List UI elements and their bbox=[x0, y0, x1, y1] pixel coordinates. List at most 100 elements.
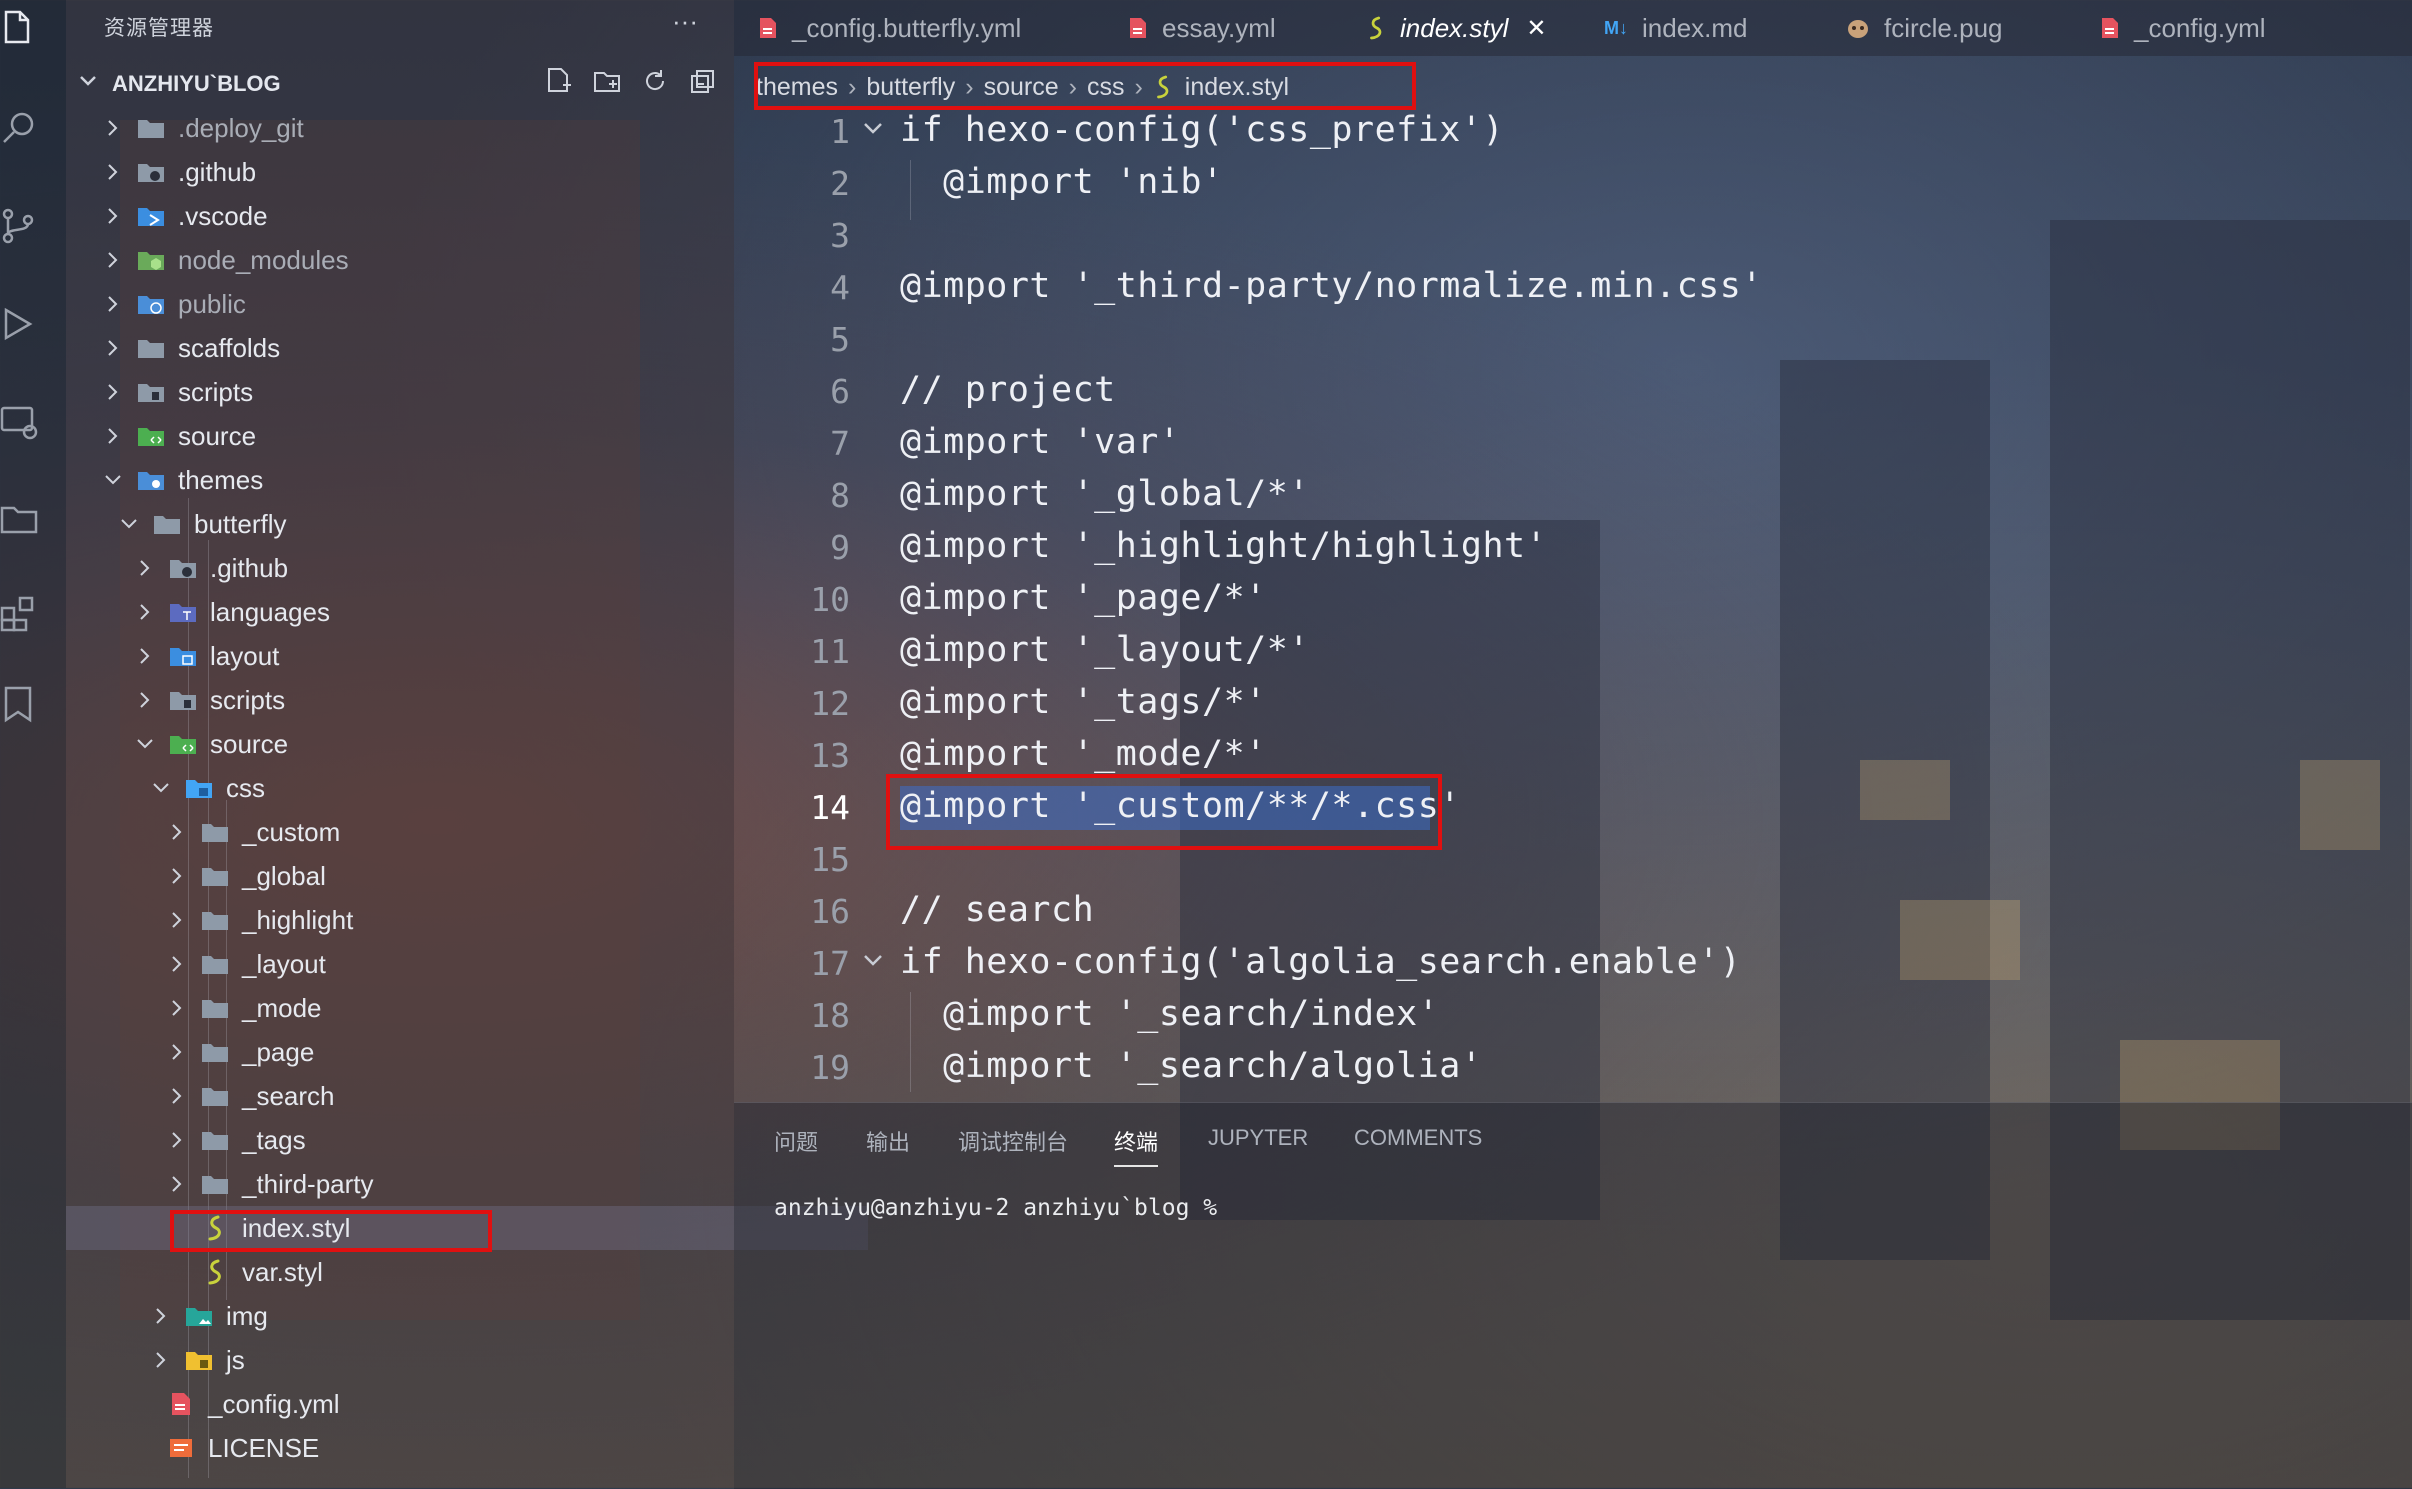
tree-item-butterfly[interactable]: butterfly bbox=[66, 502, 786, 546]
code-line[interactable]: @import '_highlight/highlight' bbox=[900, 526, 1547, 566]
code-line[interactable]: // project bbox=[900, 370, 1116, 410]
line-number: 4 bbox=[830, 268, 850, 307]
tree-item-source[interactable]: source bbox=[66, 414, 770, 458]
new-file-icon[interactable] bbox=[544, 66, 574, 96]
tree-item-custom[interactable]: _custom bbox=[66, 810, 834, 854]
bookmark-icon[interactable] bbox=[0, 684, 40, 736]
license-file-icon bbox=[166, 1435, 196, 1461]
refresh-icon[interactable] bbox=[640, 66, 670, 96]
tree-item-page[interactable]: _page bbox=[66, 1030, 834, 1074]
tab-index-styl[interactable]: index.styl ✕ bbox=[1366, 0, 1547, 56]
tree-item-languages[interactable]: languages bbox=[66, 590, 802, 634]
tree-item-tags[interactable]: _tags bbox=[66, 1118, 834, 1162]
code-line[interactable]: if hexo-config('algolia_search.enable') bbox=[900, 942, 1741, 982]
tree-item-js[interactable]: js bbox=[66, 1338, 818, 1382]
tree-item-highlight[interactable]: _highlight bbox=[66, 898, 834, 942]
tab-debug-console[interactable]: 调试控制台 bbox=[958, 1125, 1068, 1165]
tree-item-layout-folder[interactable]: _layout bbox=[66, 942, 834, 986]
tab-label: index.styl bbox=[1400, 12, 1509, 43]
vscode-folder-icon bbox=[136, 203, 166, 229]
folder-icon bbox=[200, 819, 230, 845]
chevron-right-icon bbox=[102, 161, 124, 183]
code-line[interactable]: @import '_third-party/normalize.min.css' bbox=[900, 266, 1763, 306]
tree-item-label: source bbox=[178, 420, 257, 451]
tree-item-deploy-git[interactable]: .deploy_git bbox=[66, 106, 770, 150]
tree-item-scaffolds[interactable]: scaffolds bbox=[66, 326, 770, 370]
sidebar-title: 资源管理器 bbox=[104, 17, 214, 40]
project-name: ANZHIYU`BLOG bbox=[112, 71, 281, 96]
tab-essay[interactable]: essay.yml bbox=[1128, 0, 1276, 56]
tab-output[interactable]: 输出 bbox=[866, 1125, 910, 1165]
tree-item-third-party[interactable]: _third-party bbox=[66, 1162, 834, 1206]
line-number: 16 bbox=[810, 892, 850, 931]
code-line[interactable]: @import '_tags/*' bbox=[900, 682, 1267, 722]
tree-item-label: source bbox=[210, 728, 289, 759]
chevron-right-icon bbox=[102, 205, 124, 227]
code-line[interactable]: // search bbox=[900, 890, 1094, 930]
tree-item-butterfly-github[interactable]: .github bbox=[66, 546, 802, 590]
bottom-panel: 问题 输出 调试控制台 终端 JUPYTER COMMENTS anzhiyu@… bbox=[734, 1102, 2412, 1489]
tree-item-config-yml[interactable]: _config.yml bbox=[66, 1382, 834, 1426]
code-editor[interactable]: 1 if hexo-config('css_prefix') 2 @import '… bbox=[734, 108, 2412, 1098]
tree-item-node-modules[interactable]: node_modules bbox=[66, 238, 770, 282]
source-control-icon[interactable] bbox=[0, 206, 40, 258]
tree-item-label: var.styl bbox=[242, 1256, 323, 1287]
tab-fcircle-pug[interactable]: fcircle.pug bbox=[1846, 0, 2003, 56]
search-icon[interactable] bbox=[0, 108, 40, 160]
chevron-right-icon bbox=[150, 1305, 172, 1327]
code-line[interactable]: @import '_search/index' bbox=[900, 994, 1439, 1034]
tab-jupyter[interactable]: JUPYTER bbox=[1208, 1125, 1308, 1165]
tree-item-img[interactable]: img bbox=[66, 1294, 818, 1338]
tree-item-vscode[interactable]: .vscode bbox=[66, 194, 770, 238]
code-line[interactable]: @import '_page/*' bbox=[900, 578, 1267, 618]
tab-index-md[interactable]: M↓ index.md bbox=[1604, 0, 1748, 56]
more-actions-icon[interactable]: ··· bbox=[672, 6, 698, 37]
terminal-prompt[interactable]: anzhiyu@anzhiyu-2 anzhiyu`blog % bbox=[774, 1195, 1217, 1221]
tree-item-scripts[interactable]: scripts bbox=[66, 370, 770, 414]
tab-config-butterfly[interactable]: _config.butterfly.yml bbox=[758, 0, 1021, 56]
tree-item-github[interactable]: .github bbox=[66, 150, 770, 194]
tree-item-public[interactable]: public bbox=[66, 282, 770, 326]
code-line[interactable]: @import '_mode/*' bbox=[900, 734, 1267, 774]
tab-problems[interactable]: 问题 bbox=[774, 1125, 818, 1165]
github-folder-icon bbox=[168, 555, 198, 581]
collapse-all-icon[interactable] bbox=[688, 66, 718, 96]
tree-item-layout[interactable]: layout bbox=[66, 634, 802, 678]
tree-item-mode[interactable]: _mode bbox=[66, 986, 834, 1030]
fold-chevron-icon[interactable] bbox=[862, 118, 884, 143]
tree-item-theme-scripts[interactable]: scripts bbox=[66, 678, 802, 722]
pug-file-icon bbox=[1846, 17, 1870, 39]
folders-icon[interactable] bbox=[0, 498, 40, 550]
code-line[interactable]: if hexo-config('css_prefix') bbox=[900, 110, 1504, 150]
tab-comments[interactable]: COMMENTS bbox=[1354, 1125, 1482, 1165]
yaml-file-icon bbox=[2100, 16, 2120, 40]
tree-item-themes[interactable]: themes bbox=[66, 458, 770, 502]
tree-item-label: _config.yml bbox=[208, 1388, 340, 1419]
tree-item-css[interactable]: css bbox=[66, 766, 818, 810]
tree-item-global[interactable]: _global bbox=[66, 854, 834, 898]
remote-explorer-icon[interactable] bbox=[0, 402, 40, 454]
explorer-icon[interactable] bbox=[0, 8, 40, 60]
code-line[interactable]: @import 'nib' bbox=[900, 162, 1224, 202]
tree-item-label: scripts bbox=[210, 684, 286, 715]
close-tab-icon[interactable]: ✕ bbox=[1526, 14, 1546, 43]
code-line[interactable]: @import '_search/algolia' bbox=[900, 1046, 1482, 1086]
code-line[interactable]: @import '_global/*' bbox=[900, 474, 1310, 514]
code-line[interactable]: @import 'var' bbox=[900, 422, 1180, 462]
run-debug-icon[interactable] bbox=[0, 304, 40, 356]
line-number: 6 bbox=[830, 372, 850, 411]
fold-chevron-icon[interactable] bbox=[862, 950, 884, 975]
tree-item-search[interactable]: _search bbox=[66, 1074, 834, 1118]
languages-folder-icon bbox=[168, 599, 198, 625]
tab-config-yml[interactable]: _config.yml bbox=[2100, 0, 2266, 56]
tab-terminal[interactable]: 终端 bbox=[1114, 1125, 1159, 1167]
yaml-file-icon bbox=[758, 16, 778, 40]
tree-item-license[interactable]: LICENSE bbox=[66, 1426, 834, 1470]
tree-item-theme-source[interactable]: source bbox=[66, 722, 802, 766]
new-folder-icon[interactable] bbox=[592, 66, 622, 96]
code-line[interactable]: @import '_layout/*' bbox=[900, 630, 1310, 670]
chevron-right-icon bbox=[166, 997, 188, 1019]
project-header[interactable]: ANZHIYU`BLOG bbox=[78, 68, 281, 100]
extensions-icon[interactable] bbox=[0, 592, 40, 644]
chevron-down-icon bbox=[78, 71, 98, 97]
